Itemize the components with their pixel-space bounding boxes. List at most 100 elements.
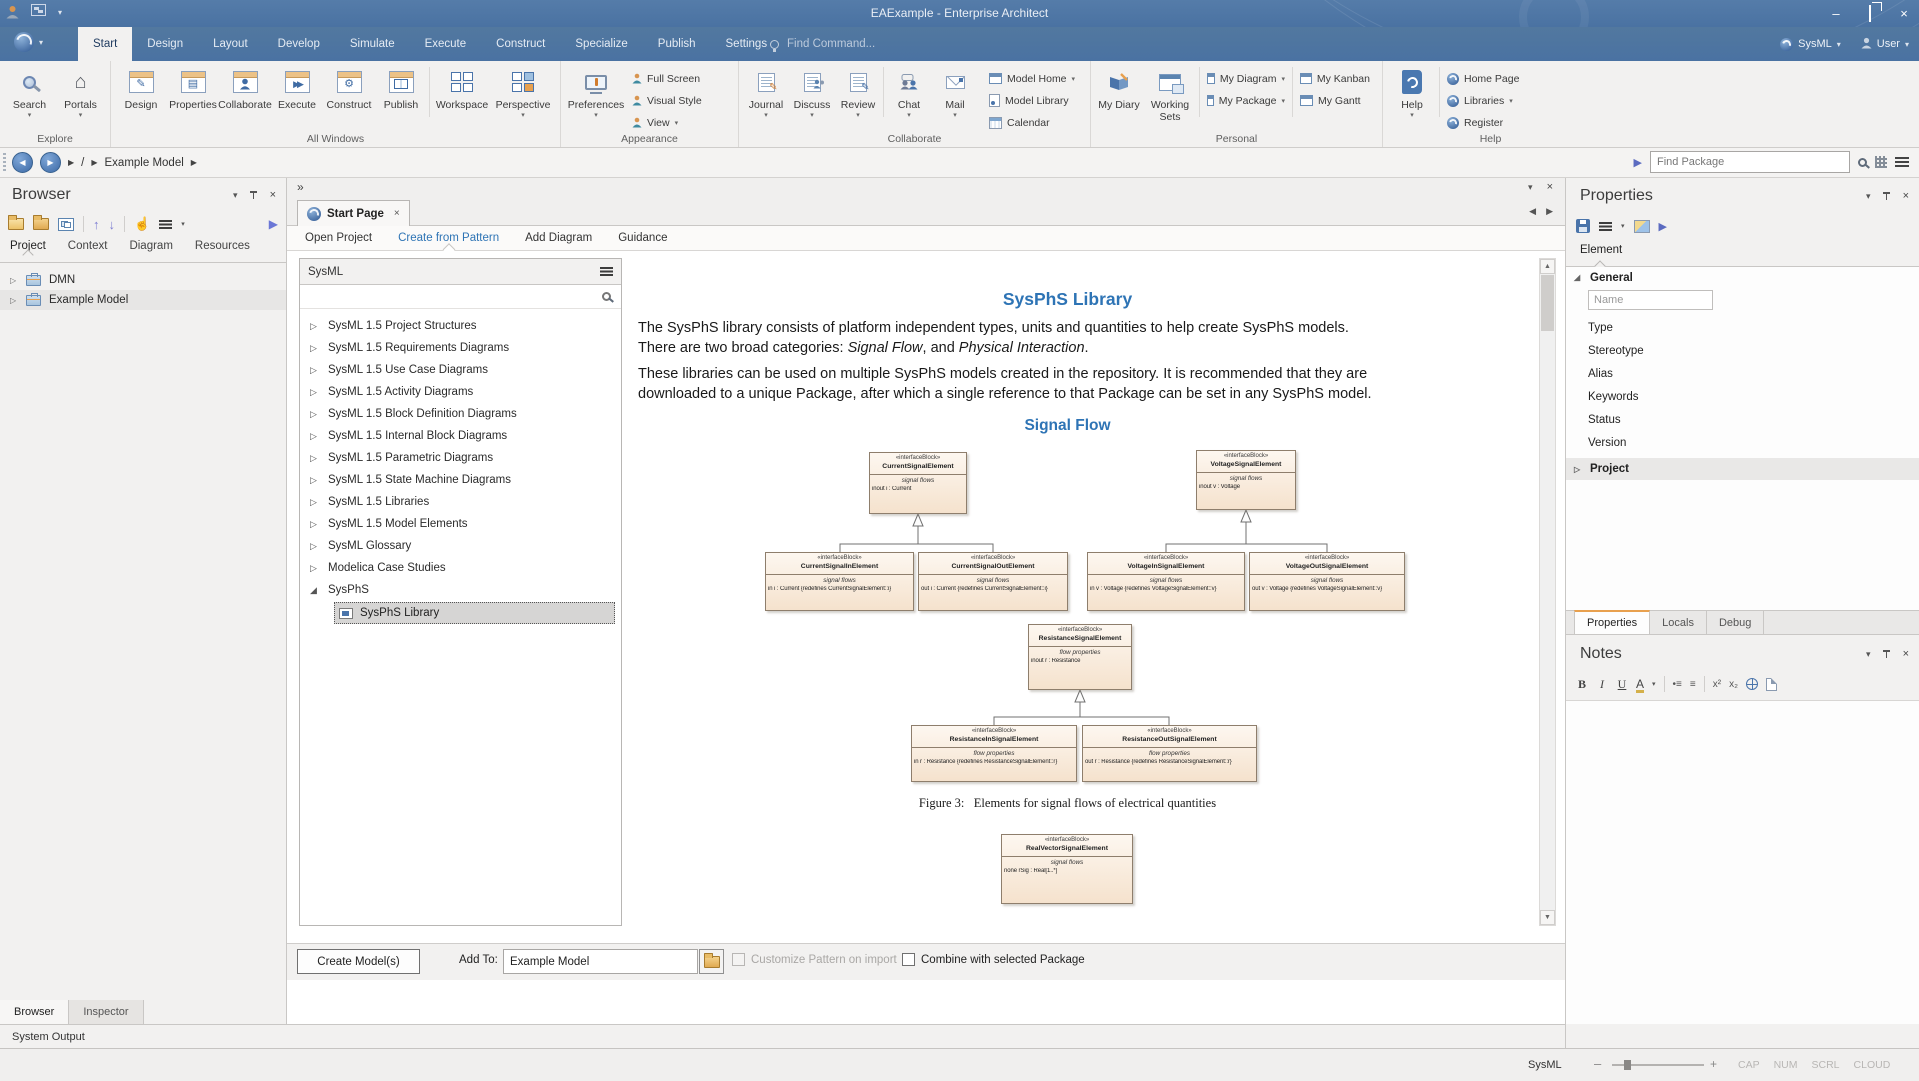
publish-button[interactable]: Publish (375, 65, 427, 129)
font-color-icon[interactable]: A (1636, 677, 1644, 691)
folder-icon[interactable] (33, 218, 49, 230)
collapse-arrow-icon[interactable]: ◢ (1574, 273, 1582, 282)
expand-arrow-icon[interactable]: ▷ (310, 497, 319, 508)
tab-close-icon[interactable]: × (394, 208, 400, 219)
ribbon-tab[interactable]: Specialize (560, 27, 642, 61)
browser-forward-icon[interactable]: ▶ (269, 217, 278, 231)
property-field-row[interactable]: Status (1566, 408, 1919, 431)
help-button[interactable]: Help▾ (1387, 65, 1437, 129)
add-to-input[interactable] (503, 949, 698, 974)
dock-tab[interactable]: Browser (0, 1000, 69, 1024)
full-screen-button[interactable]: Full Screen (627, 68, 707, 89)
minimize-button[interactable]: – (1827, 6, 1845, 21)
zoom-in-icon[interactable]: + (1710, 1049, 1717, 1081)
pattern-item[interactable]: ▷ SysML 1.5 Internal Block Diagrams (300, 425, 621, 447)
ribbon-tab[interactable]: Design (132, 27, 198, 61)
zoom-out-icon[interactable]: – (1594, 1049, 1601, 1081)
ribbon-tab[interactable]: Simulate (335, 27, 410, 61)
portals-button[interactable]: ⌂ Portals▾ (55, 65, 106, 129)
expand-arrow-icon[interactable]: ▷ (10, 296, 18, 305)
pattern-item[interactable]: ▷ Modelica Case Studies (300, 557, 621, 579)
find-package-expand-icon[interactable]: ▶ (1634, 156, 1642, 169)
logo-caret-icon[interactable]: ▾ (39, 38, 43, 47)
tree-item[interactable]: ▷ DMN (0, 270, 286, 290)
properties-forward-icon[interactable]: ▶ (1659, 220, 1667, 233)
nav-back-button[interactable]: ◀ (12, 152, 33, 173)
scrollbar-thumb[interactable] (1541, 275, 1554, 331)
restore-button[interactable] (1861, 6, 1879, 21)
project-section-row[interactable]: ▷ Project (1566, 458, 1919, 480)
panel-menu-caret-icon[interactable]: ▾ (233, 190, 238, 201)
pattern-item[interactable]: ▷ SysML 1.5 Activity Diagrams (300, 381, 621, 403)
expand-arrow-icon[interactable]: ▷ (310, 431, 319, 442)
perspective-ribbon-button[interactable]: Perspective▾ (492, 65, 554, 129)
pin-icon[interactable] (250, 190, 258, 200)
design-button[interactable]: ✎ Design (115, 65, 167, 129)
user-button[interactable]: User (1877, 38, 1900, 50)
underline-icon[interactable]: U (1616, 677, 1628, 692)
pattern-item[interactable]: ▷ SysML 1.5 State Machine Diagrams (300, 469, 621, 491)
panel-close-icon[interactable]: × (1903, 648, 1909, 660)
property-field-row[interactable]: Stereotype (1566, 339, 1919, 362)
libraries-button[interactable]: Libraries▾ (1442, 90, 1524, 111)
numbered-list-icon[interactable]: ≡ (1690, 679, 1696, 690)
ea-logo-icon[interactable] (14, 32, 34, 52)
expand-arrow-icon[interactable]: ◢ (310, 585, 319, 596)
panel-close-icon[interactable]: × (1903, 190, 1909, 202)
move-up-icon[interactable]: ↑ (93, 218, 100, 231)
expand-arrow-icon[interactable]: ▷ (10, 276, 18, 285)
model-home-button[interactable]: Model Home▾ (984, 68, 1080, 89)
locate-icon[interactable]: ☝ (134, 216, 150, 232)
properties-menu-icon[interactable] (1599, 222, 1612, 231)
expand-arrow-icon[interactable]: ▷ (310, 321, 319, 332)
calendar-button[interactable]: Calendar (984, 112, 1080, 133)
ribbon-tab[interactable]: Start (78, 27, 132, 61)
pattern-item[interactable]: ▷ SysML 1.5 Project Structures (300, 315, 621, 337)
properties-button[interactable]: ▤ Properties (167, 65, 219, 129)
dock-tab[interactable]: Inspector (69, 1000, 143, 1024)
element-tab[interactable]: Element (1580, 244, 1622, 261)
ribbon-tab[interactable]: Execute (410, 27, 482, 61)
bold-icon[interactable]: B (1576, 677, 1588, 692)
notes-editor[interactable] (1566, 700, 1919, 1024)
breadcrumb-root[interactable]: / (81, 157, 84, 169)
find-command[interactable]: Find Command... (770, 27, 875, 61)
expand-arrow-icon[interactable]: ▷ (310, 387, 319, 398)
bullet-list-icon[interactable]: •≡ (1673, 679, 1682, 690)
journal-button[interactable]: ✎ Journal▾ (743, 65, 789, 129)
model-library-button[interactable]: Model Library (984, 90, 1080, 111)
review-button[interactable]: ✎ Review▾ (835, 65, 881, 129)
workspace-button[interactable]: Workspace (432, 65, 492, 129)
my-diagram-button[interactable]: My Diagram▾ (1202, 68, 1290, 89)
save-icon[interactable] (1576, 219, 1590, 233)
start-page-tab[interactable]: Start Page × (297, 200, 410, 226)
my-package-button[interactable]: My Package▾ (1202, 90, 1290, 111)
expand-arrow-icon[interactable]: ▷ (1574, 465, 1582, 474)
discuss-button[interactable]: Discuss▾ (789, 65, 835, 129)
panel-close-icon[interactable]: × (270, 189, 276, 201)
new-model-folder-icon[interactable] (8, 218, 24, 230)
tree-item[interactable]: ▷ Example Model (0, 290, 286, 310)
expand-arrow-icon[interactable]: ▷ (310, 519, 319, 530)
execute-button[interactable]: ▶▶ Execute (271, 65, 323, 129)
new-note-icon[interactable] (1766, 678, 1777, 691)
my-kanban-button[interactable]: My Kanban (1295, 68, 1375, 89)
my-gantt-button[interactable]: My Gantt (1295, 90, 1375, 111)
breadcrumb-item[interactable]: Example Model (105, 157, 184, 169)
ribbon-tab[interactable]: Layout (198, 27, 263, 61)
italic-icon[interactable]: I (1596, 677, 1608, 692)
my-diary-button[interactable]: My Diary (1095, 65, 1143, 129)
pattern-item[interactable]: ▷ SysML 1.5 Libraries (300, 491, 621, 513)
property-field-row[interactable]: Type (1566, 316, 1919, 339)
expand-arrow-icon[interactable]: ▷ (310, 365, 319, 376)
perspective-button[interactable]: SysML (1798, 38, 1832, 50)
pattern-item[interactable]: ◢ SysPhS (300, 579, 621, 601)
property-field-row[interactable]: Keywords (1566, 385, 1919, 408)
scroll-up-icon[interactable]: ▲ (1540, 259, 1555, 274)
expand-arrow-icon[interactable]: ▷ (310, 343, 319, 354)
expand-arrow-icon[interactable]: ▷ (310, 453, 319, 464)
working-sets-button[interactable]: Working Sets (1143, 65, 1197, 129)
panel-menu-caret-icon[interactable]: ▾ (1866, 191, 1871, 202)
nav-forward-button[interactable]: ▶ (40, 152, 61, 173)
create-models-button[interactable]: Create Model(s) (297, 949, 420, 974)
